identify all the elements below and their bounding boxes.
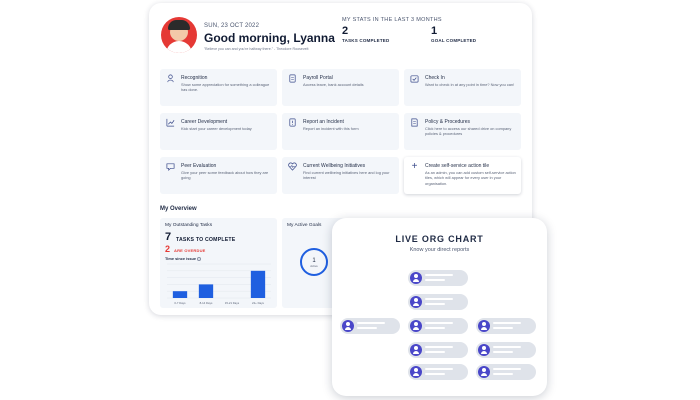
heart-pulse-icon <box>288 162 297 171</box>
feedback-icon <box>166 163 175 171</box>
tasks-count: 7 <box>165 231 172 243</box>
tile-payroll-portal[interactable]: Payroll Portal Access leave, bank accoun… <box>282 69 399 106</box>
chart-bar[interactable] <box>198 284 214 298</box>
person-icon <box>478 344 490 356</box>
policy-icon <box>411 118 418 127</box>
tile-desc: Access leave, bank account details <box>303 82 364 87</box>
org-node[interactable] <box>476 364 536 380</box>
tile-title: Payroll Portal <box>303 75 333 81</box>
tile-check-in[interactable]: Check In Want to check in at any point i… <box>404 69 521 106</box>
outstanding-tasks-panel[interactable]: My Outstanding Tasks 7 TASKS TO COMPLETE… <box>160 218 277 308</box>
org-node[interactable] <box>408 294 468 310</box>
person-icon <box>410 366 422 378</box>
goals-ring: 1 Active <box>300 248 328 276</box>
org-node[interactable] <box>408 270 468 286</box>
chart-tick-label: 0-7 Days <box>174 301 186 305</box>
person-icon <box>410 272 422 284</box>
tile-desc: Show some appreciation for something a c… <box>181 82 270 93</box>
tile-create-action[interactable]: + Create self-service action tile As an … <box>404 157 521 194</box>
chart-tick-label: 8-14 Days <box>200 301 213 305</box>
growth-chart-icon <box>166 118 175 127</box>
tile-wellbeing-initiatives[interactable]: Current Wellbeing Initiatives Find curre… <box>282 157 399 194</box>
tile-desc: Report an incident with this form <box>303 126 359 131</box>
org-node[interactable] <box>408 342 468 358</box>
tile-title: Recognition <box>181 75 208 81</box>
avatar[interactable] <box>161 17 197 53</box>
org-node[interactable] <box>408 318 468 334</box>
person-icon <box>478 366 490 378</box>
org-node[interactable] <box>408 364 468 380</box>
tile-recognition[interactable]: Recognition Show some appreciation for s… <box>160 69 277 106</box>
org-node[interactable] <box>476 318 536 334</box>
report-icon <box>289 118 296 127</box>
org-chart-card: LIVE ORG CHART Know your direct reports <box>332 218 547 396</box>
tasks-bar-chart: 0-7 Days 8-14 Days 15-21 Days 22+ Days <box>167 263 271 305</box>
panel-title: My Active Goals <box>287 223 322 228</box>
tile-career-development[interactable]: Career Development Kick start your caree… <box>160 113 277 150</box>
chart-bar[interactable] <box>250 270 266 298</box>
stats-title: MY STATS IN THE LAST 3 MONTHS <box>342 17 442 23</box>
person-icon <box>410 296 422 308</box>
chart-tick-label: 22+ Days <box>252 301 264 305</box>
stat-goal-completed: 1 GOAL COMPLETED <box>431 25 476 43</box>
dashboard-header: SUN, 23 OCT 2022 Good morning, Lyanna "B… <box>149 3 532 61</box>
tile-desc: Click here to access our shared drive on… <box>425 126 512 137</box>
document-icon <box>289 74 296 83</box>
time-since-issue-text: Time since issue <box>165 256 197 261</box>
tile-desc: As an admin, you can add custom self-ser… <box>425 170 516 186</box>
greeting-title: Good morning, Lyanna <box>204 31 335 45</box>
person-icon <box>342 320 354 332</box>
plus-icon: + <box>411 161 418 172</box>
tile-desc: Want to check in at any point in time? N… <box>425 82 515 87</box>
person-icon <box>478 320 490 332</box>
stat-label: GOAL COMPLETED <box>431 38 477 43</box>
stat-value: 2 <box>342 25 349 37</box>
org-node[interactable] <box>340 318 400 334</box>
stat-label: TASKS COMPLETED <box>342 38 390 43</box>
tile-title: Current Wellbeing Initiatives <box>303 163 366 169</box>
tasks-count-label: TASKS TO COMPLETE <box>176 237 236 243</box>
tile-desc: Find current wellbeing initiatives here … <box>303 170 390 181</box>
org-node[interactable] <box>476 342 536 358</box>
overview-heading: My Overview <box>160 206 197 212</box>
tile-desc: Give your peer some feedback about how t… <box>181 170 269 181</box>
panel-title: My Outstanding Tasks <box>165 223 213 228</box>
chart-tick-label: 15-21 Days <box>225 301 240 305</box>
tile-title: Career Development <box>181 119 228 125</box>
tile-title: Report an Incident <box>303 119 344 125</box>
time-since-issue-label: Time since issue <box>165 256 202 261</box>
tile-title: Create self-service action tile <box>425 163 490 169</box>
org-chart-subtitle: Know your direct reports <box>409 247 470 253</box>
tile-desc: Kick start your career development today <box>181 126 252 131</box>
overdue-count: 2 <box>165 244 171 254</box>
info-icon[interactable] <box>197 256 202 261</box>
quote-text: "Believe you can and you're halfway ther… <box>204 47 309 51</box>
stat-tasks-completed: 2 TASKS COMPLETED <box>342 25 389 43</box>
tile-title: Check In <box>425 75 445 81</box>
org-chart-title: LIVE ORG CHART <box>395 234 484 244</box>
stat-value: 1 <box>431 25 438 37</box>
tile-title: Peer Evaluation <box>181 163 217 169</box>
overdue-label: ARE OVERDUE <box>174 248 206 253</box>
goals-label: Active <box>310 264 318 268</box>
chart-bar[interactable] <box>172 291 188 298</box>
recognition-icon <box>167 74 174 83</box>
person-icon <box>410 344 422 356</box>
tile-report-incident[interactable]: Report an Incident Report an incident wi… <box>282 113 399 150</box>
date-label: SUN, 23 OCT 2022 <box>204 23 260 29</box>
tile-peer-evaluation[interactable]: Peer Evaluation Give your peer some feed… <box>160 157 277 194</box>
person-icon <box>410 320 422 332</box>
stage: SUN, 23 OCT 2022 Good morning, Lyanna "B… <box>0 0 700 400</box>
tile-title: Policy & Procedures <box>425 119 471 125</box>
tile-policy-procedures[interactable]: Policy & Procedures Click here to access… <box>404 113 521 150</box>
check-in-icon <box>410 75 419 83</box>
